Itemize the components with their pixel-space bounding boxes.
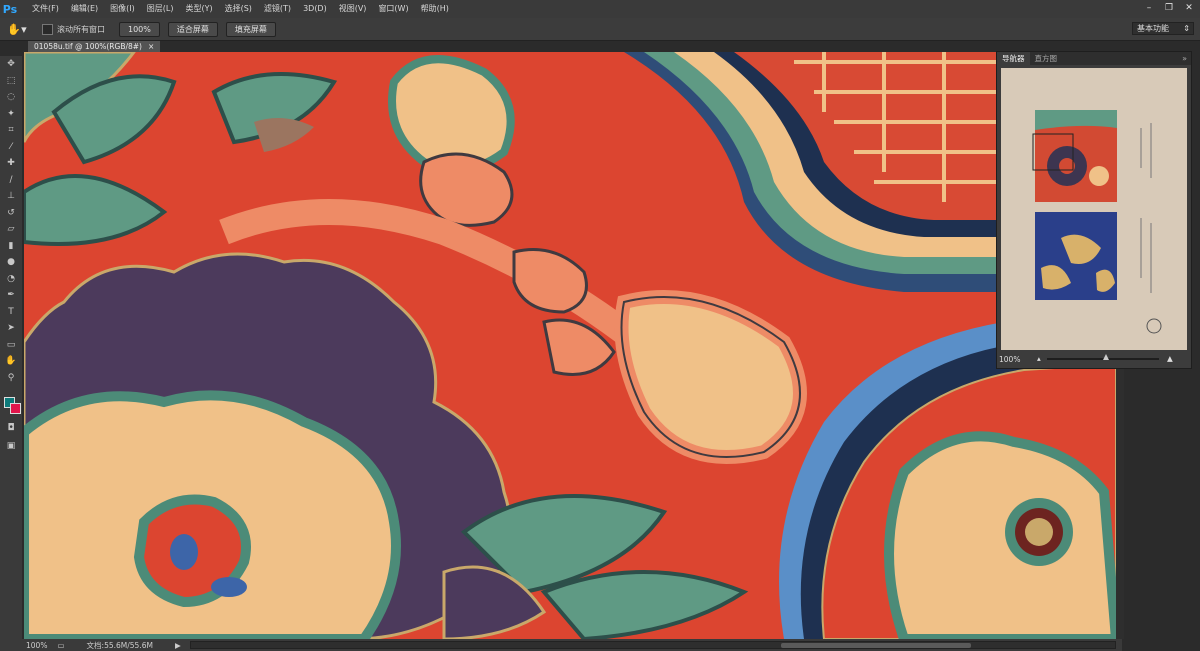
hand-tool-preset-icon[interactable]: ✋▾ (0, 19, 34, 39)
horizontal-scrollbar[interactable] (190, 641, 1116, 649)
navigator-zoom-knob[interactable] (1103, 354, 1109, 360)
status-menu-arrow[interactable]: ▶ (175, 641, 181, 650)
type-icon[interactable]: T (0, 304, 22, 321)
gradient-icon[interactable]: ▮ (0, 238, 22, 255)
menu-window[interactable]: 窗口(W) (372, 0, 414, 18)
history-brush-icon[interactable]: ↺ (0, 205, 22, 222)
clone-stamp-icon[interactable]: ⊥ (0, 188, 22, 205)
menu-help[interactable]: 帮助(H) (415, 0, 455, 18)
dodge-icon[interactable]: ◔ (0, 271, 22, 288)
blur-icon[interactable]: ● (0, 254, 22, 271)
navigator-thumbnail[interactable] (1001, 68, 1187, 350)
menu-layer[interactable]: 图层(L) (141, 0, 180, 18)
hand-icon[interactable]: ✋ (0, 353, 22, 370)
move-icon[interactable]: ✥ (0, 56, 22, 73)
tab-navigator[interactable]: 导航器 (997, 52, 1030, 65)
menu-3d[interactable]: 3D(D) (297, 0, 333, 18)
screen-mode-icon[interactable]: ▣ (0, 438, 22, 455)
workspace-label: 基本功能 (1137, 24, 1169, 33)
status-zoom[interactable]: 100% (26, 641, 47, 650)
magic-wand-icon[interactable]: ✦ (0, 106, 22, 123)
workspace-select[interactable]: 基本功能 ⇕ (1132, 22, 1194, 35)
quick-mask-icon[interactable]: ◘ (0, 420, 22, 437)
panel-collapse-icon[interactable]: » (1182, 54, 1187, 63)
fit-screen-button[interactable]: 适合屏幕 (167, 21, 218, 37)
navigator-panel: 导航器 直方图 » 100% ▴ ▲ (996, 51, 1192, 369)
close-button[interactable]: ✕ (1182, 2, 1196, 14)
scroll-all-windows-label: 滚动所有窗口 (57, 24, 105, 34)
menu-view[interactable]: 视图(V) (333, 0, 373, 18)
zoom-out-icon[interactable]: ▴ (1037, 354, 1041, 363)
background-color-swatch[interactable] (10, 403, 21, 414)
menu-type[interactable]: 类型(Y) (179, 0, 218, 18)
menu-image[interactable]: 图像(I) (104, 0, 141, 18)
eraser-icon[interactable]: ▱ (0, 221, 22, 238)
menu-filter[interactable]: 滤镜(T) (258, 0, 297, 18)
document-canvas[interactable] (24, 52, 1116, 639)
navigator-preview-image (1001, 68, 1187, 350)
crop-icon[interactable]: ⌗ (0, 122, 22, 139)
chevron-down-icon: ⇕ (1183, 24, 1190, 33)
scroll-all-windows-checkbox[interactable] (42, 23, 53, 35)
rectangle-icon[interactable]: ▭ (0, 337, 22, 354)
menu-file[interactable]: 文件(F) (26, 0, 65, 18)
status-doc-size: 文档:55.6M/55.6M (86, 640, 153, 650)
menu-edit[interactable]: 编辑(E) (65, 0, 104, 18)
lasso-icon[interactable]: ◌ (0, 89, 22, 106)
artwork-image (24, 52, 1116, 639)
pen-icon[interactable]: ✒ (0, 287, 22, 304)
menu-bar: Ps 文件(F) 编辑(E) 图像(I) 图层(L) 类型(Y) 选择(S) 滤… (0, 0, 1200, 18)
path-selection-icon[interactable]: ➤ (0, 320, 22, 337)
healing-brush-icon[interactable]: ✚ (0, 155, 22, 172)
minimize-button[interactable]: – (1142, 2, 1156, 14)
close-icon[interactable]: × (148, 42, 154, 51)
tab-histogram[interactable]: 直方图 (1030, 52, 1063, 65)
photoshop-logo: Ps (2, 2, 18, 16)
marquee-icon[interactable]: ⬚ (0, 73, 22, 90)
fill-screen-button[interactable]: 填充屏幕 (225, 21, 276, 37)
eyedropper-icon[interactable]: ⁄ (0, 139, 22, 156)
navigator-zoom-value[interactable]: 100% (999, 355, 1020, 364)
menu-select[interactable]: 选择(S) (219, 0, 258, 18)
document-tab-title: 01058u.tif @ 100%(RGB/8#) (34, 42, 142, 51)
zoom-icon[interactable]: ⚲ (0, 370, 22, 387)
actual-pixels-button[interactable]: 100% (119, 21, 160, 37)
zoom-in-icon[interactable]: ▲ (1167, 354, 1173, 363)
status-doc-icon: ▭ (57, 640, 65, 650)
document-tab[interactable]: 01058u.tif @ 100%(RGB/8#) × (28, 41, 161, 52)
brush-icon[interactable]: ∕ (0, 172, 22, 189)
horizontal-scroll-thumb[interactable] (781, 643, 971, 648)
options-bar: ✋▾ 滚动所有窗口 100% 适合屏幕 填充屏幕 基本功能 ⇕ (0, 18, 1200, 41)
tools-panel: ✥ ⬚ ◌ ✦ ⌗ ⁄ ✚ ∕ ⊥ ↺ ▱ ▮ ● ◔ ✒ T ➤ ▭ ✋ ⚲ … (0, 56, 22, 651)
restore-button[interactable]: ❐ (1162, 2, 1176, 14)
